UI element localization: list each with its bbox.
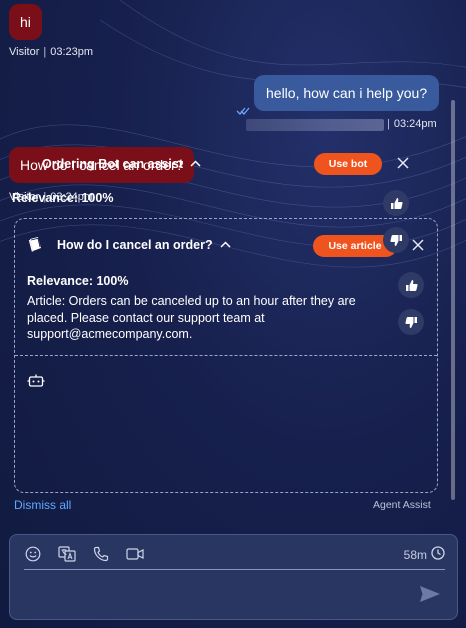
redacted-agent-name (246, 119, 384, 131)
article-card-title[interactable]: How do I cancel an order? (57, 238, 231, 252)
timer-text: 58m (403, 547, 427, 562)
message-text: hi (20, 14, 31, 30)
clock-icon (431, 546, 445, 563)
meta-separator: | (387, 118, 390, 130)
chevron-up-icon[interactable] (220, 239, 231, 251)
thumbs-up-icon (405, 279, 418, 291)
message-time: 03:23pm (50, 46, 94, 58)
card-title-text: Ordering Bot can assist (42, 157, 184, 171)
message-meta: | 03:24pm (387, 118, 437, 130)
relevance-score: Relevance: 100% (12, 191, 114, 205)
dismiss-all-link[interactable]: Dismiss all (14, 498, 71, 512)
sender-name: Visitor (9, 46, 40, 58)
thumbs-up-icon (390, 197, 403, 209)
agent-message-bubble: hello, how can i help you? (254, 75, 440, 111)
chat-scrollbar[interactable] (451, 100, 455, 500)
agent-assist-panel: How do I cancel an order? Use article Re… (14, 218, 438, 493)
chat-transcript: hi Visitor | 03:23pm hello, how can i he… (0, 0, 466, 530)
close-icon[interactable] (396, 157, 410, 171)
composer-divider (24, 569, 445, 570)
phone-icon[interactable] (92, 545, 110, 563)
thumbs-up-button[interactable] (398, 272, 424, 298)
thumbs-down-icon (389, 234, 402, 246)
agent-assist-label: Agent Assist (373, 499, 431, 511)
use-bot-button[interactable]: Use bot (314, 153, 382, 175)
message-composer[interactable]: 58m (9, 534, 458, 620)
thumbs-down-button[interactable] (398, 309, 424, 335)
book-icon (27, 236, 44, 258)
thumbs-down-icon (404, 316, 417, 328)
visitor-message-bubble: hi (9, 4, 42, 40)
bot-icon (27, 374, 45, 393)
send-icon[interactable] (419, 585, 441, 605)
close-icon[interactable] (411, 239, 425, 253)
bot-card-title[interactable]: Ordering Bot can assist (42, 157, 201, 171)
relevance-score: Relevance: 100% (27, 274, 129, 288)
thumbs-down-button[interactable] (383, 227, 409, 253)
message-text: hello, how can i help you? (266, 85, 428, 101)
card-divider (15, 355, 437, 356)
emoji-icon[interactable] (24, 545, 42, 563)
translate-icon[interactable] (58, 545, 76, 563)
video-icon[interactable] (126, 545, 144, 563)
message-time: 03:24pm (393, 118, 437, 130)
conversation-timer: 58m (404, 546, 445, 563)
chevron-up-icon[interactable] (190, 158, 201, 170)
meta-separator: | (43, 46, 47, 58)
composer-toolbar (24, 545, 144, 563)
message-meta: Visitor | 03:23pm (9, 46, 93, 58)
thumbs-up-button[interactable] (383, 190, 409, 216)
article-snippet: Article: Orders can be canceled up to an… (27, 294, 356, 341)
card-title-text: How do I cancel an order? (57, 238, 213, 252)
